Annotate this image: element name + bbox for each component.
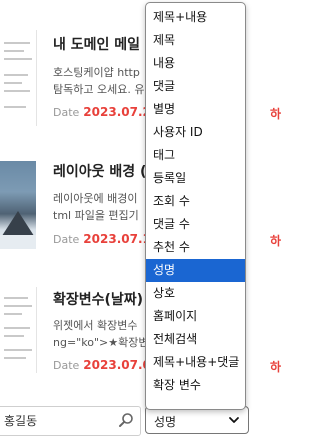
dropdown-option[interactable]: 별명 <box>146 98 245 121</box>
dropdown-option[interactable]: 홈페이지 <box>146 305 245 328</box>
chevron-down-icon <box>228 414 240 426</box>
dropdown-option-selected[interactable]: 성명 <box>146 259 245 282</box>
date-label: Date <box>53 359 80 372</box>
dropdown-option[interactable]: 조회 수 <box>146 190 245 213</box>
date-label: Date <box>53 106 80 119</box>
select-value: 성명 <box>154 415 177 429</box>
dropdown-option[interactable]: 내용 <box>146 52 245 75</box>
post-thumbnail[interactable] <box>0 287 37 373</box>
post-hit-count: 하 <box>270 234 282 248</box>
post-title[interactable]: 내 도메인 메일 <box>53 34 140 54</box>
dropdown-option[interactable]: 제목+내용+댓글 <box>146 351 245 374</box>
post-thumbnail[interactable] <box>0 30 37 126</box>
dropdown-option[interactable]: 사용자 ID <box>146 121 245 144</box>
dropdown-option[interactable]: 전체검색 <box>146 328 245 351</box>
post-thumbnail[interactable] <box>0 161 36 249</box>
dropdown-option[interactable]: 댓글 <box>146 75 245 98</box>
dropdown-option[interactable]: 제목 <box>146 29 245 52</box>
dropdown-option[interactable]: 상호 <box>146 282 245 305</box>
post-hit-count: 하 <box>270 360 282 374</box>
post-title[interactable]: 레이아웃 배경 ( <box>53 161 146 181</box>
dropdown-option[interactable]: 태그 <box>146 144 245 167</box>
dropdown-option[interactable]: 확장 변수 <box>146 374 245 397</box>
search-target-dropdown: 제목+내용 제목 내용 댓글 별명 사용자 ID 태그 등록일 조회 수 댓글 … <box>145 2 246 410</box>
date-label: Date <box>53 233 80 246</box>
dropdown-option[interactable]: 등록일 <box>146 167 245 190</box>
dropdown-options: 제목+내용 제목 내용 댓글 별명 사용자 ID 태그 등록일 조회 수 댓글 … <box>146 6 245 397</box>
search-target-select[interactable]: 성명 <box>145 406 249 434</box>
search-input[interactable] <box>0 407 116 433</box>
search-box <box>0 406 141 436</box>
dropdown-option[interactable]: 추천 수 <box>146 236 245 259</box>
post-hit-count: 하 <box>270 107 282 121</box>
post-title[interactable]: 확장변수(날짜) <box>53 289 143 309</box>
dropdown-option[interactable]: 댓글 수 <box>146 213 245 236</box>
dropdown-option[interactable]: 제목+내용 <box>146 6 245 29</box>
search-icon[interactable] <box>117 411 135 429</box>
